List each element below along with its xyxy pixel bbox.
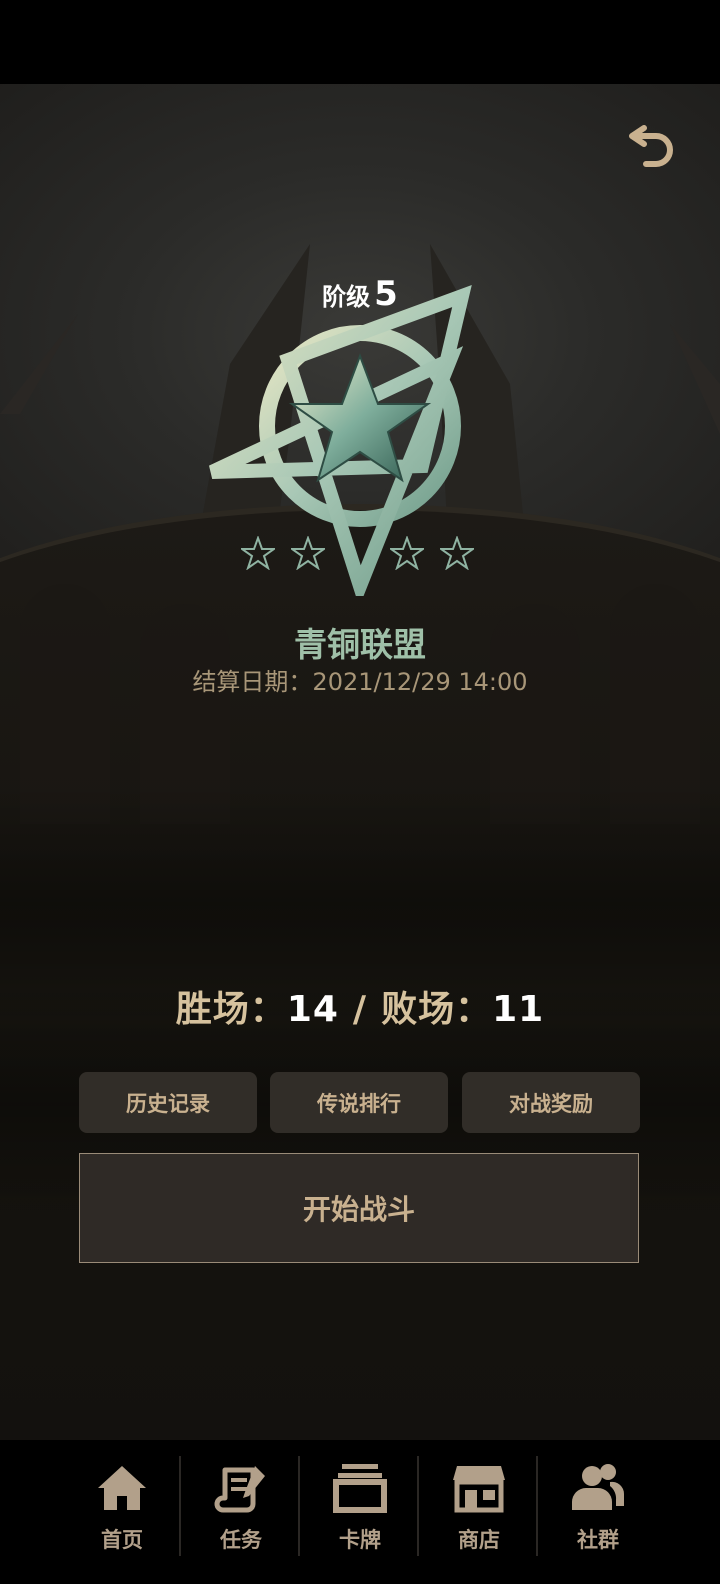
nav-item-tasks[interactable]: 任务	[181, 1460, 301, 1570]
nav-label: 卡牌	[339, 1528, 381, 1552]
rank-star-icon	[390, 536, 424, 570]
losses-label: 败场：	[381, 989, 493, 1030]
nav-item-home[interactable]: 首页	[62, 1460, 182, 1570]
status-bar	[0, 0, 720, 84]
battle-rewards-button[interactable]: 对战奖励	[462, 1072, 640, 1133]
nav-item-cards[interactable]: 卡牌	[300, 1460, 420, 1570]
cards-icon	[333, 1464, 387, 1513]
settlement-date: 结算日期：2021/12/29 14:00	[192, 668, 528, 696]
nav-label: 首页	[101, 1528, 143, 1552]
rank-title: 阶级 5	[0, 274, 720, 314]
rank-level: 5	[374, 274, 398, 314]
rank-label: 阶级	[322, 283, 371, 311]
nav-label: 商店	[458, 1528, 500, 1552]
legend-rank-button[interactable]: 传说排行	[270, 1072, 448, 1133]
bottom-nav: 首页 任务 卡牌 商店 社群	[0, 1440, 720, 1584]
win-loss-record: 胜场：14 / 败场：11	[0, 980, 720, 1032]
rank-star-icon	[291, 536, 325, 570]
rank-star-icon	[440, 536, 474, 570]
nav-label: 任务	[220, 1528, 262, 1552]
wins-label: 胜场：	[175, 989, 287, 1030]
nav-item-shop[interactable]: 商店	[419, 1460, 539, 1570]
wins-count: 14	[286, 989, 339, 1030]
return-arrow-icon	[629, 125, 673, 167]
nav-item-community[interactable]: 社群	[538, 1460, 658, 1570]
nav-label: 社群	[577, 1528, 619, 1552]
start-battle-button[interactable]: 开始战斗	[79, 1153, 639, 1263]
rank-star-icon	[241, 536, 275, 570]
community-icon	[572, 1464, 625, 1510]
home-icon	[98, 1466, 146, 1510]
back-button[interactable]	[626, 120, 680, 174]
losses-count: 11	[492, 989, 545, 1030]
league-name: 青铜联盟	[294, 625, 426, 664]
shop-icon	[453, 1466, 505, 1513]
record-separator: /	[352, 989, 368, 1030]
right-rock-spike	[670, 324, 720, 434]
history-button[interactable]: 历史记录	[79, 1072, 257, 1133]
task-scroll-icon	[214, 1466, 265, 1513]
